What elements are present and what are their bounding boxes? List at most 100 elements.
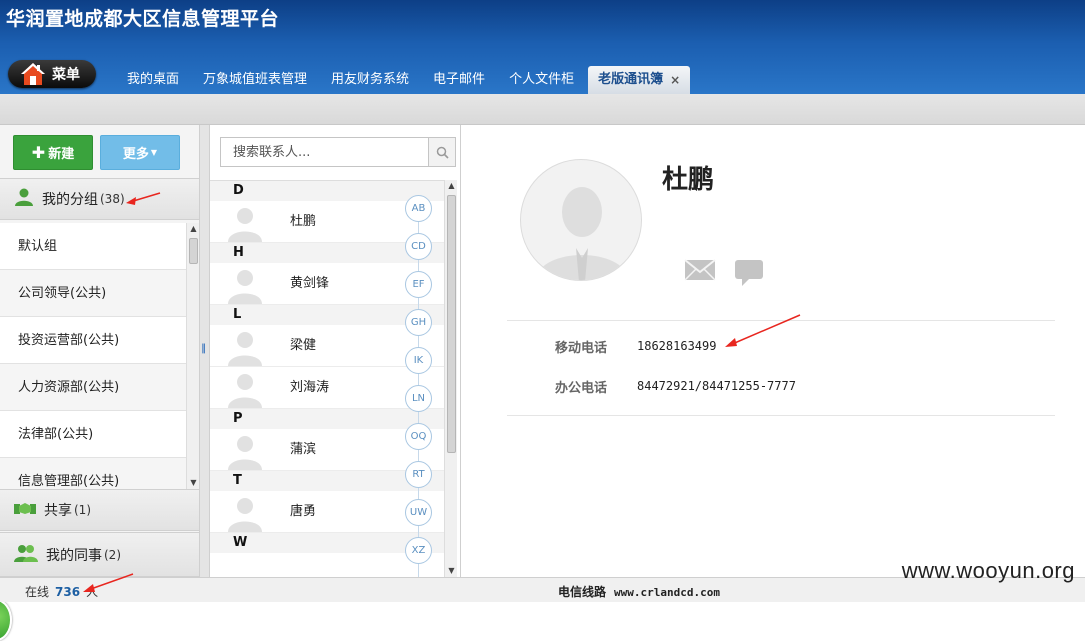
online-count[interactable]: 736 [55,585,80,599]
panel-splitter[interactable]: ‖ [200,125,210,577]
alpha-index-item[interactable]: XZ [405,537,432,564]
tab-address-book-label: 老版通讯簿 [598,72,664,87]
avatar-placeholder-icon [228,374,262,408]
group-item[interactable]: 公司领导(公共) [0,270,186,317]
office-phone-label: 办公电话 [554,380,607,396]
menu-label: 菜单 [52,67,80,83]
online-status: 在线 736 人 [25,583,98,600]
scroll-thumb[interactable] [447,195,456,453]
mobile-phone-label: 移动电话 [554,340,607,356]
app-title: 华润置地成都大区信息管理平台 [6,8,280,30]
chat-icon[interactable] [734,259,764,287]
alpha-index-item[interactable]: EF [405,271,432,298]
contact-name: 唐勇 [290,504,317,519]
my-groups-label: 我的分组 [42,192,98,208]
scroll-thumb[interactable] [189,238,198,264]
scroll-up-icon[interactable]: ▲ [445,180,458,192]
colleagues-header[interactable]: 我的同事 (2) [0,532,199,577]
my-groups-count: (38) [100,192,125,206]
office-phone-row: 办公电话 84472921/84471255-7777 [507,376,1055,396]
group-item[interactable]: 法律部(公共) [0,411,186,458]
search-icon [436,146,449,159]
avatar-placeholder-icon [228,332,262,366]
avatar-placeholder-icon [228,270,262,304]
scroll-up-icon[interactable]: ▲ [187,223,200,235]
menu-button[interactable]: 菜单 [8,60,96,88]
divider [507,415,1055,416]
online-unit: 人 [86,585,99,599]
group-list: 默认组 公司领导(公共) 投资运营部(公共) 人力资源部(公共) 法律部(公共)… [0,223,186,489]
shared-label: 共享 [44,503,72,519]
contact-name: 黄剑锋 [290,276,330,291]
avatar-placeholder-icon [228,436,262,470]
shared-header[interactable]: 共享 (1) [0,489,199,531]
people-icon [14,544,38,566]
watermark: www.wooyun.org [901,558,1075,583]
tab-my-desktop[interactable]: 我的桌面 [115,66,191,94]
contact-detail: 杜鹏 移动电话 18628163499 办公电话 84472921/844712… [462,125,1085,577]
contact-name: 蒲滨 [290,442,317,457]
contact-panel: D 杜鹏 H 黄剑锋 L 梁健 刘海涛 P 蒲滨 T 唐勇 W [210,125,461,577]
office-phone-value: 84472921/84471255-7777 [637,379,796,393]
mail-icon[interactable] [684,259,716,281]
tab-file-cabinet[interactable]: 个人文件柜 [497,66,586,94]
scroll-down-icon[interactable]: ▼ [445,565,458,577]
avatar-placeholder-icon [228,208,262,242]
splitter-grip-icon: ‖ [201,343,206,354]
tab-finance-system[interactable]: 用友财务系统 [319,66,421,94]
divider [507,320,1055,321]
handshake-icon [14,500,36,520]
alpha-index-item[interactable]: RT [405,461,432,488]
search-button[interactable] [428,138,455,166]
alpha-index-item[interactable]: UW [405,499,432,526]
line-label: 电信线路 [558,585,607,599]
tab-email[interactable]: 电子邮件 [421,66,497,94]
contact-scrollbar[interactable]: ▲ ▼ [444,180,457,577]
contact-full-name: 杜鹏 [662,165,715,195]
alpha-index-item[interactable]: IK [405,347,432,374]
contact-name: 梁健 [290,338,317,353]
floating-badge-icon[interactable] [0,599,12,641]
mobile-phone-value: 18628163499 [637,339,717,353]
plus-icon: ✚ [31,143,46,162]
toolbar-strip [0,94,1085,125]
search-input[interactable] [221,138,429,166]
scroll-down-icon[interactable]: ▼ [187,477,200,489]
contact-actions [684,259,764,287]
contact-name: 杜鹏 [290,214,317,229]
tab-duty-roster[interactable]: 万象城值班表管理 [191,66,319,94]
avatar-placeholder-icon [535,187,629,280]
app-header: 华润置地成都大区信息管理平台 菜单 我的桌面 万象城值班表管理 用友财务系统 电… [0,0,1085,94]
online-label: 在线 [25,585,50,599]
more-button-label: 更多 [122,147,149,162]
group-item[interactable]: 信息管理部(公共) [0,458,186,489]
alpha-index-item[interactable]: LN [405,385,432,412]
group-item[interactable]: 投资运营部(公共) [0,317,186,364]
group-scrollbar[interactable]: ▲ ▼ [186,223,199,489]
close-icon[interactable]: × [670,66,680,94]
top-tabs: 我的桌面 万象城值班表管理 用友财务系统 电子邮件 个人文件柜 老版通讯簿 × [115,66,691,94]
group-item[interactable]: 人力资源部(公共) [0,364,186,411]
person-icon [14,188,34,210]
alpha-index-item[interactable]: GH [405,309,432,336]
mobile-phone-row: 移动电话 18628163499 [507,336,1055,356]
contact-avatar [520,159,642,281]
home-icon [20,61,46,87]
colleagues-count: (2) [104,547,121,562]
caret-down-icon: ▼ [150,148,158,157]
alpha-index-item[interactable]: AB [405,195,432,222]
group-item[interactable]: 默认组 [0,223,186,270]
new-button-label: 新建 [48,147,75,162]
alpha-index-item[interactable]: CD [405,233,432,260]
my-groups-header[interactable]: 我的分组 (38) [0,178,199,220]
tab-address-book[interactable]: 老版通讯簿 × [588,66,691,94]
line-url: www.crlandcd.com [614,586,720,599]
more-button[interactable]: 更多 ▼ [100,135,180,170]
alpha-index-item[interactable]: OQ [405,423,432,450]
avatar-placeholder-icon [228,498,262,532]
new-button[interactable]: ✚ 新建 [13,135,93,170]
colleagues-label: 我的同事 [46,547,102,564]
search-box [220,137,456,167]
contact-name: 刘海涛 [290,380,330,395]
group-panel: ✚ 新建 更多 ▼ 我的分组 (38) 默认组 公司领导(公共) 投资运营部(公… [0,125,200,641]
